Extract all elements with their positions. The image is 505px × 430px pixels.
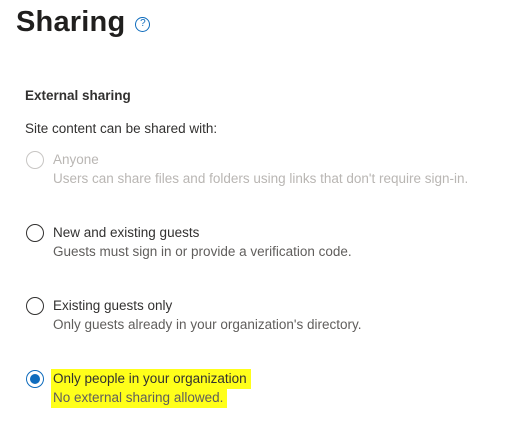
radio-button-only-people-in-organization[interactable] xyxy=(26,370,44,388)
help-circle-icon[interactable]: ? xyxy=(135,16,151,32)
radio-button-existing-guests-only[interactable] xyxy=(26,297,44,315)
option-description: Guests must sign in or provide a verific… xyxy=(53,244,352,259)
radio-option-new-and-existing-guests[interactable]: New and existing guests Guests must sign… xyxy=(26,224,352,261)
radio-option-only-people-in-organization[interactable]: Only people in your organization No exte… xyxy=(26,369,251,408)
radio-button-anyone xyxy=(26,151,44,169)
option-label[interactable]: New and existing guests xyxy=(53,224,352,242)
option-description: Users can share files and folders using … xyxy=(53,171,469,186)
option-text: New and existing guests Guests must sign… xyxy=(53,224,352,261)
option-description: Only guests already in your organization… xyxy=(53,317,362,332)
option-description-highlighted: No external sharing allowed. xyxy=(51,388,228,408)
radio-selected-dot xyxy=(30,374,40,384)
option-text: Existing guests only Only guests already… xyxy=(53,297,361,334)
option-label-highlighted[interactable]: Only people in your organization xyxy=(51,369,251,389)
radio-option-anyone: Anyone Users can share files and folders… xyxy=(26,151,468,188)
option-label: Anyone xyxy=(53,152,99,167)
section-heading-external-sharing: External sharing xyxy=(25,88,131,103)
option-text: Only people in your organization No exte… xyxy=(51,369,251,408)
sharing-settings-page: Sharing ? External sharing Site content … xyxy=(0,0,505,430)
radio-button-new-and-existing-guests[interactable] xyxy=(26,224,44,242)
page-title: Sharing xyxy=(16,6,126,38)
option-text: Anyone Users can share files and folders… xyxy=(53,151,468,188)
title-row: Sharing ? xyxy=(16,2,151,42)
section-subtext: Site content can be shared with: xyxy=(25,121,218,136)
option-label[interactable]: Existing guests only xyxy=(53,297,361,315)
radio-option-existing-guests-only[interactable]: Existing guests only Only guests already… xyxy=(26,297,361,334)
